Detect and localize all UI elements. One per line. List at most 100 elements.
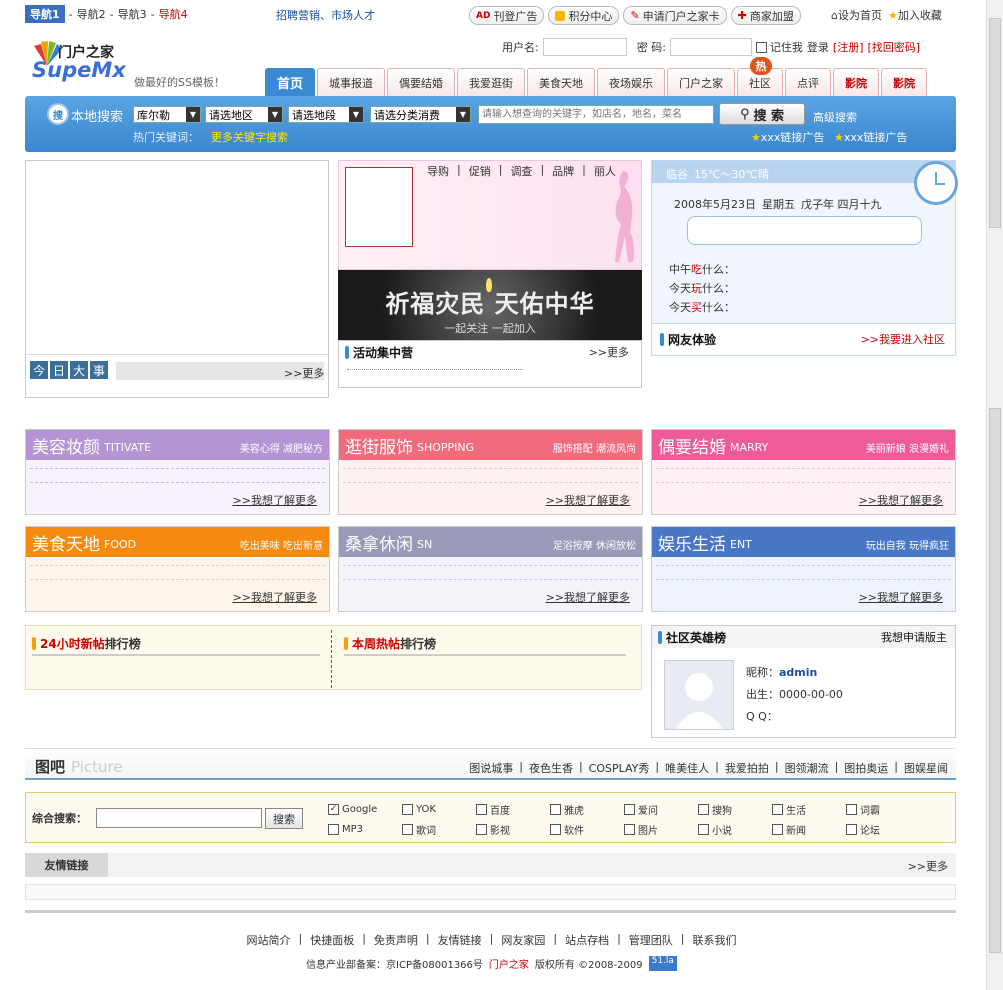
engine-video[interactable]: 影视 <box>476 822 550 837</box>
tab-city[interactable]: 城事报道 <box>317 68 386 96</box>
friend-links-more[interactable]: >>更多 <box>908 858 948 874</box>
engine-dict[interactable]: 词霸 <box>846 802 920 817</box>
pic-link-1[interactable]: 图说城事 <box>469 760 513 776</box>
shopping-more-link[interactable]: >>我想了解更多 <box>546 492 630 508</box>
engine-news[interactable]: 新闻 <box>772 822 846 837</box>
points-button[interactable]: 积分中心 <box>548 6 620 25</box>
keyword-input[interactable] <box>478 105 714 124</box>
hero-nickname[interactable]: admin <box>779 666 817 679</box>
ad-button[interactable]: AD 刊登广告 <box>469 6 545 25</box>
footer-link-home[interactable]: 网友家园 <box>501 932 545 948</box>
footer-brand[interactable]: 门户之家 <box>489 956 529 971</box>
promo-image[interactable] <box>345 167 413 247</box>
tab-home[interactable]: 首页 <box>265 68 316 96</box>
pic-link-6[interactable]: 图领潮流 <box>785 760 829 776</box>
password-input[interactable] <box>669 38 752 56</box>
engine-novel[interactable]: 小说 <box>698 822 772 837</box>
food-more-link[interactable]: >>我想了解更多 <box>233 589 317 605</box>
enter-community-link[interactable]: >>我要进入社区 <box>861 331 945 347</box>
engine-mp3[interactable]: MP3 <box>328 822 402 837</box>
tab-food[interactable]: 美食天地 <box>527 68 596 96</box>
entertainment-more-link[interactable]: >>我想了解更多 <box>859 589 943 605</box>
weather-text-box[interactable] <box>687 216 922 245</box>
engine-google[interactable]: ✓ Google <box>328 802 402 817</box>
footer-link-disclaimer[interactable]: 免责声明 <box>374 932 418 948</box>
merchant-join-button[interactable]: ✚ 商家加盟 <box>730 6 801 25</box>
area-select[interactable]: 请选地区 ▼ <box>205 106 283 123</box>
news-slideshow[interactable] <box>26 161 328 355</box>
tab-cinema-1[interactable]: 影院 <box>833 68 880 96</box>
segment-select[interactable]: 请选地段 ▼ <box>288 106 364 123</box>
engine-forum[interactable]: 论坛 <box>846 822 920 837</box>
scrollbar-thumb[interactable] <box>989 18 1001 228</box>
engine-yahoo[interactable]: 雅虎 <box>550 802 624 817</box>
nav-item-2[interactable]: 导航2 <box>77 6 106 22</box>
forgot-link[interactable]: [找回密码] <box>868 39 921 55</box>
footer-link-about[interactable]: 网站简介 <box>246 932 290 948</box>
apply-card-button[interactable]: ✎ 申请门户之家卡 <box>623 6 727 25</box>
footer-link-contact[interactable]: 联系我们 <box>693 932 737 948</box>
combo-search-input[interactable] <box>96 808 262 828</box>
engine-software[interactable]: 软件 <box>550 822 624 837</box>
pic-link-7[interactable]: 图拍奥运 <box>844 760 888 776</box>
promo-link-guide[interactable]: 导购 <box>427 163 449 179</box>
tab-community[interactable]: 社区 热 <box>737 57 784 96</box>
pic-link-4[interactable]: 唯美佳人 <box>665 760 709 776</box>
avatar[interactable] <box>664 660 734 730</box>
add-favorite-link[interactable]: ★加入收藏 <box>888 7 942 23</box>
stats-badge[interactable]: 51.la <box>648 956 677 971</box>
nav-item-current[interactable]: 导航1 <box>25 5 65 23</box>
engine-iask[interactable]: 爱问 <box>624 802 698 817</box>
promo-link-brand[interactable]: 品牌 <box>552 163 574 179</box>
engine-yok[interactable]: YOK <box>402 802 476 817</box>
pic-link-3[interactable]: COSPLAY秀 <box>589 760 650 776</box>
nav-item-3[interactable]: 导航3 <box>118 6 147 22</box>
apply-moderator-link[interactable]: 我想申请版主 <box>881 629 947 645</box>
login-button[interactable]: 登录 <box>807 39 829 55</box>
nav-item-4[interactable]: 导航4 <box>159 6 188 22</box>
activity-more-link[interactable]: >>更多 <box>589 344 629 360</box>
scrollbar[interactable] <box>986 0 1003 990</box>
engine-baidu[interactable]: 百度 <box>476 802 550 817</box>
more-keywords-link[interactable]: 更多关键字搜索 <box>211 129 288 145</box>
engine-life[interactable]: 生活 <box>772 802 846 817</box>
pic-link-5[interactable]: 我爱拍拍 <box>725 760 769 776</box>
scrollbar-track-lower[interactable] <box>989 408 1001 953</box>
engine-lyrics[interactable]: 歌词 <box>402 822 476 837</box>
logo[interactable]: 门户之家 SupeMx <box>32 40 142 90</box>
sauna-more-link[interactable]: >>我想了解更多 <box>546 589 630 605</box>
combo-search-button[interactable]: 搜索 <box>265 808 303 829</box>
city-select[interactable]: 库尔勒 ▼ <box>133 106 201 123</box>
register-link[interactable]: [注册] <box>833 39 864 55</box>
footer-link-archive[interactable]: 站点存档 <box>565 932 609 948</box>
footer-link-friends[interactable]: 友情链接 <box>438 932 482 948</box>
footer-link-panel[interactable]: 快捷面板 <box>310 932 354 948</box>
marry-more-link[interactable]: >>我想了解更多 <box>859 492 943 508</box>
username-input[interactable] <box>542 38 627 56</box>
promo-link-survey[interactable]: 调查 <box>510 163 532 179</box>
pic-link-8[interactable]: 图娱星闻 <box>904 760 948 776</box>
set-home-link[interactable]: ⌂设为首页 <box>831 7 882 23</box>
tab-review[interactable]: 点评 <box>785 68 832 96</box>
memorial-banner[interactable]: 祈福灾民 天佑中华 一起关注 一起加入 <box>338 270 642 340</box>
footer-link-team[interactable]: 管理团队 <box>629 932 673 948</box>
engine-sogou[interactable]: 搜狗 <box>698 802 772 817</box>
tab-portal[interactable]: 门户之家 <box>667 68 736 96</box>
today-more-link[interactable]: >>更多 <box>284 365 324 381</box>
tab-wedding[interactable]: 偶要结婚 <box>387 68 456 96</box>
tab-cinema-2[interactable]: 影院 <box>881 68 928 96</box>
tab-shopping[interactable]: 我爱逛街 <box>457 68 526 96</box>
promo-link-sale[interactable]: 促销 <box>469 163 491 179</box>
ad-link-2[interactable]: ★xxx链接广告 <box>834 129 907 145</box>
titivate-more-link[interactable]: >>我想了解更多 <box>233 492 317 508</box>
engine-images[interactable]: 图片 <box>624 822 698 837</box>
ad-link-1[interactable]: ★xxx链接广告 <box>751 129 824 145</box>
pic-link-2[interactable]: 夜色生香 <box>529 760 573 776</box>
icp-record[interactable]: 信息产业部备案：京ICP备08001366号 <box>306 956 483 971</box>
category-select[interactable]: 请选分类消费 ▼ <box>370 106 471 123</box>
search-button[interactable]: ⚲ 搜 索 <box>719 103 805 125</box>
tab-nightlife[interactable]: 夜场娱乐 <box>597 68 666 96</box>
recruit-link[interactable]: 招聘营销、市场人才 <box>276 7 375 23</box>
advanced-search-link[interactable]: 高级搜索 <box>813 109 857 125</box>
remember-checkbox[interactable]: 记住我 <box>755 39 803 55</box>
